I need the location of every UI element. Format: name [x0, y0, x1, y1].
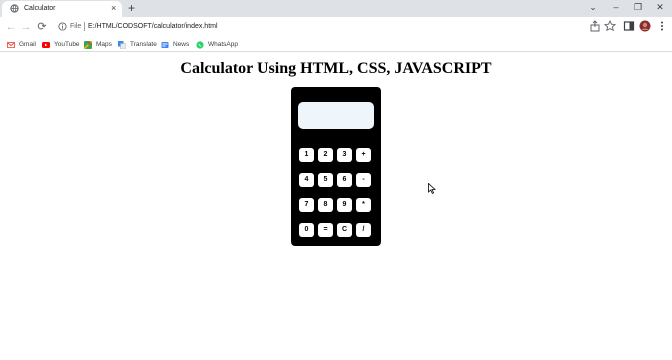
tab-calculator[interactable]: Calculator × — [2, 1, 122, 17]
address-separator — [84, 22, 85, 31]
bookmark-maps[interactable]: Maps — [84, 39, 112, 50]
calculator-display — [298, 102, 374, 129]
key-divide-button[interactable]: / — [356, 223, 371, 237]
address-bar[interactable]: File E:/HTML/CODSOFT/calculator/index.ht… — [52, 19, 622, 35]
more-menu-icon[interactable] — [656, 20, 668, 32]
key-6-button[interactable]: 6 — [337, 173, 352, 187]
star-icon[interactable] — [604, 20, 616, 32]
mouse-cursor-icon — [428, 183, 436, 194]
globe-icon — [10, 4, 19, 13]
page-title: Calculator Using HTML, CSS, JAVASCRIPT — [180, 60, 492, 77]
minimize-button[interactable]: – — [609, 1, 623, 14]
key-clear-button[interactable]: C — [337, 223, 352, 237]
browser-toolbar: ← → ⟳ File E:/HTML/CODSOFT/calculator/in… — [0, 17, 672, 37]
bookmark-translate[interactable]: Translate — [118, 39, 157, 50]
bookmark-youtube[interactable]: YouTube — [42, 39, 80, 50]
key-8-button[interactable]: 8 — [318, 198, 333, 212]
bookmark-gmail[interactable]: Gmail — [7, 39, 36, 50]
restore-button[interactable]: ❐ — [631, 1, 645, 14]
bookmarks-bar: Gmail YouTube Maps Translate News WhatsA… — [0, 37, 672, 52]
key-7-button[interactable]: 7 — [299, 198, 314, 212]
key-1-button[interactable]: 1 — [299, 148, 314, 162]
key-0-button[interactable]: 0 — [299, 223, 314, 237]
translate-icon — [118, 40, 126, 49]
news-icon — [161, 41, 169, 48]
back-button[interactable]: ← — [4, 20, 18, 34]
reload-button[interactable]: ⟳ — [35, 20, 49, 34]
page-content: Calculator Using HTML, CSS, JAVASCRIPT 1… — [0, 53, 672, 360]
key-equals-button[interactable]: = — [318, 223, 333, 237]
url-text[interactable]: E:/HTML/CODSOFT/calculator/index.html — [88, 21, 218, 32]
key-plus-button[interactable]: + — [356, 148, 371, 162]
key-multiply-button[interactable]: * — [356, 198, 371, 212]
key-5-button[interactable]: 5 — [318, 173, 333, 187]
scheme-label: File — [70, 23, 82, 30]
whatsapp-icon — [196, 40, 204, 49]
profile-avatar-icon[interactable] — [639, 20, 651, 32]
maps-icon — [84, 40, 92, 49]
info-icon[interactable] — [58, 22, 67, 31]
new-tab-button[interactable]: + — [128, 1, 135, 15]
key-2-button[interactable]: 2 — [318, 148, 333, 162]
close-window-button[interactable]: ✕ — [653, 1, 667, 14]
gmail-icon — [7, 41, 15, 48]
tab-search-icon[interactable]: ⌄ — [586, 1, 600, 14]
key-4-button[interactable]: 4 — [299, 173, 314, 187]
bookmark-whatsapp[interactable]: WhatsApp — [196, 39, 238, 50]
tab-title: Calculator — [24, 5, 56, 12]
youtube-icon — [42, 41, 50, 48]
share-icon[interactable] — [589, 20, 601, 32]
calculator: 1 2 3 +4 5 6- 7 8 9 * 0 = C / — [291, 87, 381, 246]
bookmark-news[interactable]: News — [161, 39, 189, 50]
key-3-button[interactable]: 3 — [337, 148, 352, 162]
key-minus-button[interactable]: - — [356, 173, 371, 187]
key-9-button[interactable]: 9 — [337, 198, 352, 212]
tab-strip: Calculator × + ⌄ – ❐ ✕ — [0, 0, 672, 17]
forward-button[interactable]: → — [19, 20, 33, 34]
side-panel-icon[interactable] — [623, 20, 635, 32]
tab-close-icon[interactable]: × — [111, 2, 116, 14]
